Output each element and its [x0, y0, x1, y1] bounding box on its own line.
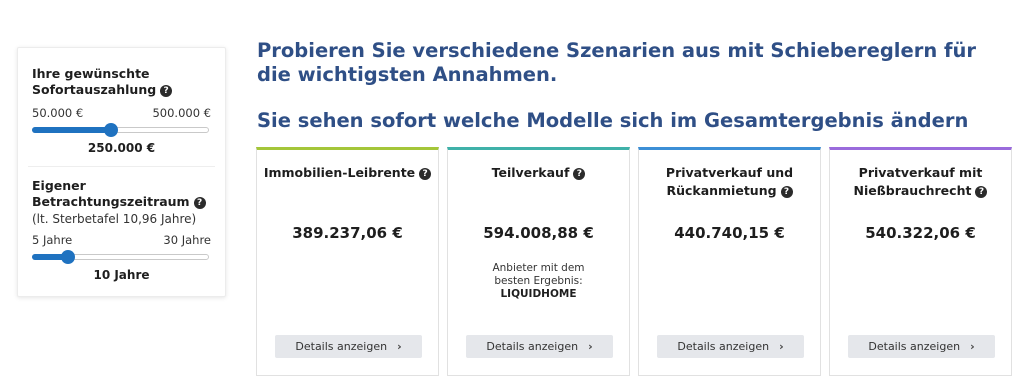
card-title-text: Privatverkauf mit Nießbrauchrecht: [853, 165, 983, 198]
card-value: 594.008,88 €: [483, 224, 594, 242]
result-cards: Immobilien-Leibrente? 389.237,06 € Detai…: [256, 147, 1012, 376]
headline-scenarios: Probieren Sie verschiedene Szenarien aus…: [257, 39, 976, 86]
help-icon[interactable]: ?: [160, 85, 173, 97]
card-immobilien-leibrente: Immobilien-Leibrente? 389.237,06 € Detai…: [256, 147, 439, 376]
details-button[interactable]: Details anzeigen ›: [275, 335, 422, 358]
card-privatverkauf-niessbrauchrecht: Privatverkauf mit Nießbrauchrecht? 540.3…: [829, 147, 1012, 376]
payout-slider-block: Ihre gewünschte Sofortauszahlung? 50.000…: [18, 66, 225, 155]
payout-min-label: 50.000 €: [32, 106, 84, 120]
card-teilverkauf: Teilverkauf? 594.008,88 € Anbieter mit d…: [447, 147, 630, 376]
period-min-label: 5 Jahre: [32, 233, 73, 247]
payout-value: 250.000 €: [87, 141, 156, 155]
details-button-label: Details anzeigen: [486, 340, 579, 353]
details-button[interactable]: Details anzeigen ›: [848, 335, 995, 358]
help-icon[interactable]: ?: [975, 186, 988, 198]
period-max-label: 30 Jahre: [163, 233, 211, 247]
payout-slider-fill: [32, 127, 110, 133]
card-title-text: Immobilien-Leibrente: [263, 165, 416, 180]
period-value: 10 Jahre: [93, 268, 150, 282]
card-value: 540.322,06 €: [865, 224, 976, 242]
card-privatverkauf-rueckanmietung: Privatverkauf und Rückanmietung? 440.740…: [638, 147, 821, 376]
payout-title-text: Ihre gewünschte Sofortauszahlung: [32, 66, 157, 97]
payout-max-label: 500.000 €: [152, 106, 211, 120]
period-slider-title: Eigener Betrachtungszeitraum?: [32, 178, 211, 210]
period-slider[interactable]: [32, 250, 209, 264]
help-icon[interactable]: ?: [780, 186, 793, 198]
details-button-label: Details anzeigen: [677, 340, 770, 353]
details-button[interactable]: Details anzeigen ›: [466, 335, 613, 358]
card-title: Privatverkauf mit Nießbrauchrecht?: [830, 164, 1011, 200]
card-title: Teilverkauf?: [448, 164, 629, 182]
help-icon[interactable]: ?: [193, 197, 206, 209]
card-title-text: Privatverkauf und Rückanmietung: [665, 165, 794, 198]
chevron-right-icon: ›: [779, 340, 784, 353]
chevron-right-icon: ›: [588, 340, 593, 353]
chevron-right-icon: ›: [397, 340, 402, 353]
period-slider-thumb[interactable]: [61, 250, 75, 264]
payout-slider-thumb[interactable]: [103, 123, 118, 137]
help-icon[interactable]: ?: [419, 168, 432, 180]
headline-results: Sie sehen sofort welche Modelle sich im …: [257, 109, 969, 132]
card-value: 440.740,15 €: [674, 224, 785, 242]
details-button-label: Details anzeigen: [295, 340, 388, 353]
card-value: 389.237,06 €: [292, 224, 403, 242]
card-title: Privatverkauf und Rückanmietung?: [639, 164, 820, 200]
period-slider-block: Eigener Betrachtungszeitraum? (lt. Sterb…: [18, 178, 225, 282]
scenario-sliders-panel: Ihre gewünschte Sofortauszahlung? 50.000…: [17, 47, 226, 297]
payout-slider[interactable]: [32, 123, 209, 137]
payout-slider-title: Ihre gewünschte Sofortauszahlung?: [32, 66, 211, 98]
best-provider-label: Anbieter mit dem besten Ergebnis:: [492, 262, 585, 287]
period-range-labels: 5 Jahre 30 Jahre: [32, 233, 211, 247]
best-provider-note: Anbieter mit dem besten Ergebnis: LIQUID…: [448, 262, 629, 301]
best-provider-name: LIQUIDHOME: [500, 288, 577, 300]
details-button-label: Details anzeigen: [868, 340, 961, 353]
period-title-text: Eigener Betrachtungszeitraum: [32, 178, 190, 209]
card-title: Immobilien-Leibrente?: [257, 164, 438, 182]
payout-range-labels: 50.000 € 500.000 €: [32, 106, 211, 120]
help-icon[interactable]: ?: [573, 168, 586, 180]
chevron-right-icon: ›: [970, 340, 975, 353]
divider: [28, 166, 215, 167]
details-button[interactable]: Details anzeigen ›: [657, 335, 804, 358]
card-title-text: Teilverkauf: [491, 165, 570, 180]
period-subtitle: (lt. Sterbetafel 10,96 Jahre): [32, 212, 197, 226]
